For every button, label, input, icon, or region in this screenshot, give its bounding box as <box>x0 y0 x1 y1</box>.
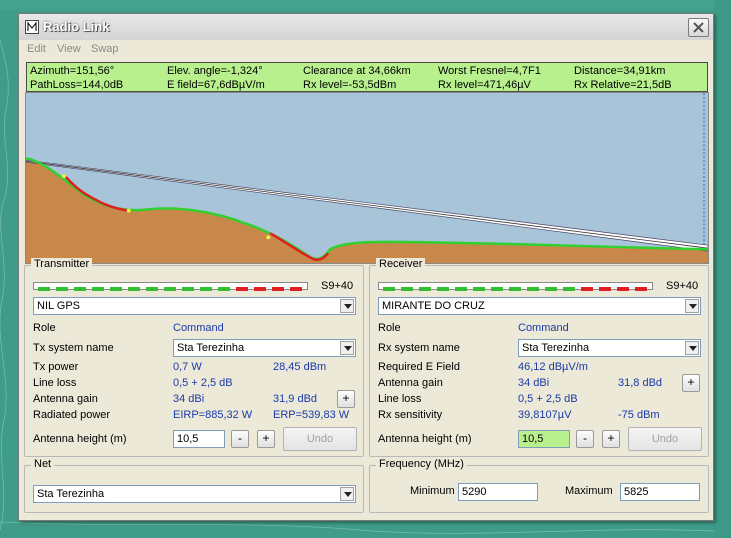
tx-line-loss-value: 0,5 + 2,5 dB <box>173 377 233 389</box>
chevron-down-icon[interactable] <box>340 487 354 501</box>
tx-antenna-height-input[interactable] <box>173 430 225 448</box>
tx-undo-button[interactable]: Undo <box>283 427 357 451</box>
worst-fresnel: Worst Fresnel=4,7F1 <box>438 65 541 77</box>
tx-marker <box>61 174 66 178</box>
distance: Distance=34,91km <box>574 65 666 77</box>
radio-link-window: Radio Link Edit View Swap Azimuth=151,56… <box>18 13 714 521</box>
path-profile[interactable] <box>25 92 709 264</box>
rx-station-value: MIRANTE DO CRUZ <box>382 300 485 312</box>
rx-antenna-gain-dbi: 34 dBi <box>518 377 550 389</box>
path-loss: PathLoss=144,0dB <box>30 79 124 91</box>
frequency-group: Frequency (MHz) Minimum Maximum <box>369 458 709 513</box>
frequency-title: Frequency (MHz) <box>376 458 467 470</box>
net-title: Net <box>31 458 55 470</box>
tx-meter-label: S9+40 <box>321 280 354 292</box>
tx-power-w: 0,7 W <box>173 361 202 373</box>
obstruction-marker-2 <box>266 235 271 240</box>
tx-system-label: Tx system name <box>33 342 114 354</box>
rx-sensitivity-dbm: -75 dBm <box>618 409 660 421</box>
tx-power-dbm: 28,45 dBm <box>273 361 327 373</box>
tx-power-label: Tx power <box>33 361 79 373</box>
chevron-down-icon[interactable] <box>685 341 699 355</box>
menu-view[interactable]: View <box>57 43 81 55</box>
frequency-max-input[interactable] <box>620 483 700 501</box>
rx-relative: Rx Relative=21,5dB <box>574 79 672 91</box>
tx-role-value: Command <box>173 322 224 334</box>
chevron-down-icon[interactable] <box>340 299 354 313</box>
close-icon <box>693 22 704 33</box>
close-button[interactable] <box>688 18 709 37</box>
tx-station-select[interactable]: NIL GPS <box>33 297 356 315</box>
tx-gain-plus-button[interactable]: + <box>337 390 355 408</box>
rx-meter-bars <box>383 287 647 291</box>
tx-radiated-power-label: Radiated power <box>33 409 111 421</box>
rx-level-dbm: Rx level=-53,5dBm <box>303 79 397 91</box>
tx-signal-meter <box>33 282 308 291</box>
rx-line-loss-value: 0,5 + 2,5 dB <box>518 393 578 405</box>
rx-antenna-height-input[interactable] <box>518 430 570 448</box>
tx-antenna-gain-dbd: 31,9 dBd <box>273 393 318 405</box>
tx-antenna-height-label: Antenna height (m) <box>33 433 127 445</box>
tx-antenna-gain-label: Antenna gain <box>33 393 98 405</box>
rx-line-loss-label: Line loss <box>378 393 422 405</box>
tx-meter-bars <box>38 287 302 291</box>
chevron-down-icon[interactable] <box>685 299 699 313</box>
tx-height-minus-button[interactable]: - <box>231 430 249 448</box>
elevation-angle: Elev. angle=-1,324° <box>167 65 263 77</box>
frequency-min-label: Minimum <box>410 485 455 497</box>
clearance: Clearance at 34,66km <box>303 65 411 77</box>
tx-line-loss-label: Line loss <box>33 377 77 389</box>
window-title: Radio Link <box>43 19 110 34</box>
rx-station-select[interactable]: MIRANTE DO CRUZ <box>378 297 701 315</box>
net-select[interactable]: Sta Terezinha <box>33 485 356 503</box>
rx-gain-plus-button[interactable]: + <box>682 374 700 392</box>
tx-eirp: EIRP=885,32 W <box>173 409 253 421</box>
rx-required-field-label: Required E Field <box>378 361 460 373</box>
rx-role-value: Command <box>518 322 569 334</box>
rx-antenna-gain-label: Antenna gain <box>378 377 443 389</box>
rx-height-plus-button[interactable]: + <box>602 430 620 448</box>
tx-antenna-gain-dbi: 34 dBi <box>173 393 205 405</box>
rx-system-select[interactable]: Sta Terezinha <box>518 339 701 357</box>
rx-required-field-value: 46,12 dBµV/m <box>518 361 588 373</box>
rx-level-uv: Rx level=471,46µV <box>438 79 531 91</box>
rx-system-label: Rx system name <box>378 342 460 354</box>
chevron-down-icon[interactable] <box>340 341 354 355</box>
menu-edit[interactable]: Edit <box>27 43 46 55</box>
rx-antenna-gain-dbd: 31,8 dBd <box>618 377 663 389</box>
rx-sensitivity-label: Rx sensitivity <box>378 409 443 421</box>
receiver-title: Receiver <box>376 258 426 270</box>
transmitter-title: Transmitter <box>31 258 93 270</box>
rx-height-minus-button[interactable]: - <box>576 430 594 448</box>
menu-swap[interactable]: Swap <box>91 43 119 55</box>
radio-link-icon <box>25 20 39 34</box>
e-field: E field=67,6dBµV/m <box>167 79 265 91</box>
link-info-bar: Azimuth=151,56° Elev. angle=-1,324° Clea… <box>26 62 708 92</box>
tx-erp: ERP=539,83 W <box>273 409 350 421</box>
tx-height-plus-button[interactable]: + <box>257 430 275 448</box>
rx-undo-button[interactable]: Undo <box>628 427 702 451</box>
receiver-group: Receiver S9+40 MIRANTE DO CRUZ Role Comm… <box>369 258 709 457</box>
tx-role-label: Role <box>33 322 56 334</box>
frequency-min-input[interactable] <box>458 483 538 501</box>
rx-meter-label: S9+40 <box>666 280 699 292</box>
rx-signal-meter <box>378 282 653 291</box>
obstruction-marker-1 <box>126 208 131 213</box>
menu-bar: Edit View Swap <box>19 41 713 59</box>
net-group: Net Sta Terezinha <box>24 458 364 513</box>
rx-system-value: Sta Terezinha <box>522 342 590 354</box>
tx-system-value: Sta Terezinha <box>177 342 245 354</box>
net-value: Sta Terezinha <box>37 488 105 500</box>
title-bar[interactable]: Radio Link <box>19 14 713 40</box>
frequency-max-label: Maximum <box>565 485 613 497</box>
rx-sensitivity-uv: 39,8107µV <box>518 409 572 421</box>
azimuth: Azimuth=151,56° <box>30 65 115 77</box>
tx-station-value: NIL GPS <box>37 300 80 312</box>
transmitter-group: Transmitter S9+40 NIL GPS Role Command T… <box>24 258 364 457</box>
rx-antenna-height-label: Antenna height (m) <box>378 433 472 445</box>
tx-system-select[interactable]: Sta Terezinha <box>173 339 356 357</box>
rx-role-label: Role <box>378 322 401 334</box>
